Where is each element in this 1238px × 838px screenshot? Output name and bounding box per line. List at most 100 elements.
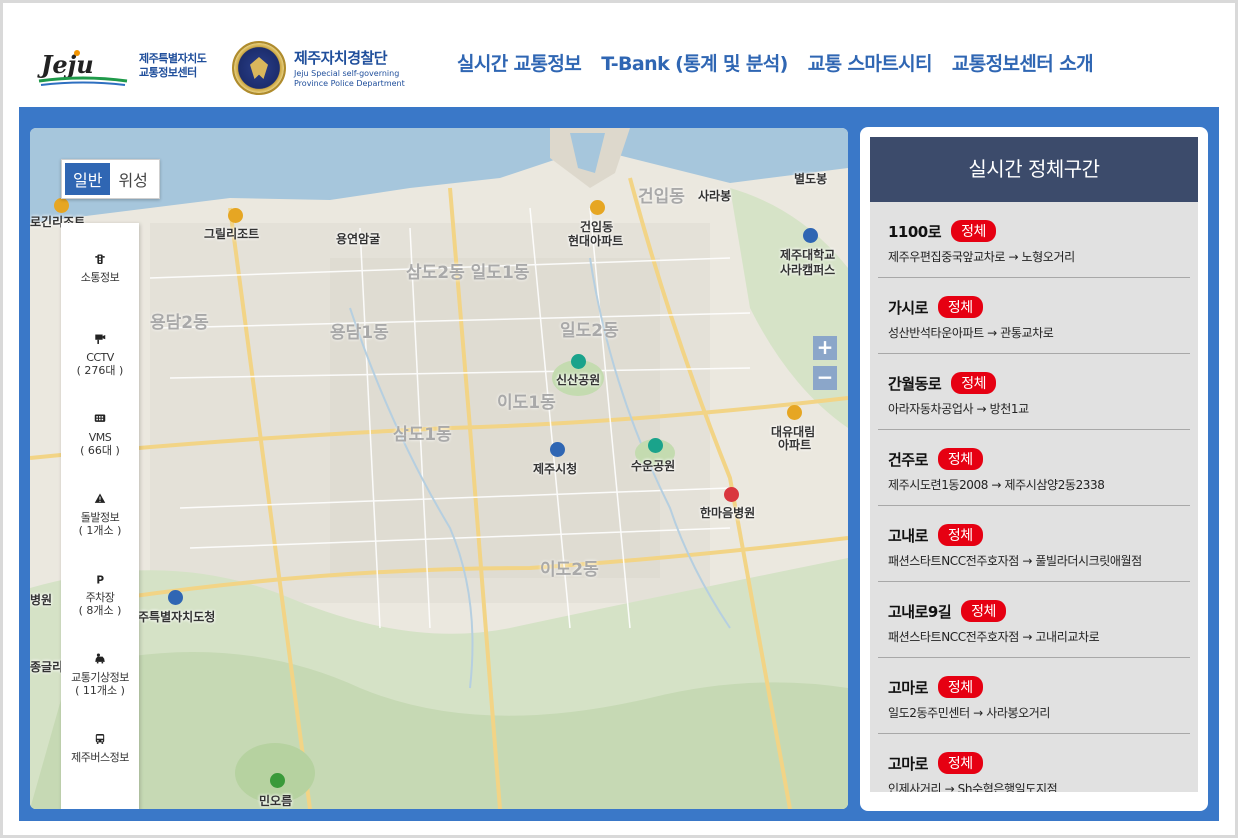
list-item[interactable]: 고내로9길 정체 패션스타트NCC전주호자점 → 고내리교차로 xyxy=(878,582,1190,658)
menu-label: 소통정보 xyxy=(80,271,120,284)
svg-text:Jeju: Jeju xyxy=(37,50,94,79)
route-text: 패션스타트NCC전주호자점 → 풀빌라더시크릿애월점 xyxy=(888,554,1142,568)
road-name: 고내로 정체 xyxy=(888,524,983,546)
list-item[interactable]: 고내로 정체 패션스타트NCC전주호자점 → 풀빌라더시크릿애월점 xyxy=(878,506,1190,582)
menu-label: 주차장 xyxy=(85,591,115,604)
nav-realtime-traffic[interactable]: 실시간 교통정보 xyxy=(457,49,582,76)
road-name: 건주로 정체 xyxy=(888,448,983,470)
page: Jeju 제주특별자치도 교통정보센터 제주자치경찰단 Jeju Special… xyxy=(3,3,1235,835)
route-text: 아라자동차공업사 → 방천1교 xyxy=(888,402,1029,416)
menu-vms[interactable]: VMS ( 66대 ) xyxy=(61,383,139,463)
map-label-geonip-apt2: 현대아파트 xyxy=(568,234,624,248)
menu-label: CCTV xyxy=(86,351,114,364)
map-label-ido1: 이도1동 xyxy=(497,393,556,413)
road-name: 1100로 정체 xyxy=(888,220,996,242)
weather-car-icon xyxy=(95,653,105,664)
menu-incident[interactable]: 돌발정보 ( 1개소 ) xyxy=(61,463,139,543)
layer-menu: 소통정보 CCTV ( 276대 ) VMS ( 66대 ) 돌발정보 ( 1개… xyxy=(61,223,139,809)
org-line1: 제주특별자치도 xyxy=(139,52,207,65)
traffic-light-icon xyxy=(95,254,105,264)
menu-parking[interactable]: P 주차장 ( 8개소 ) xyxy=(61,543,139,623)
menu-label: 제주버스정보 xyxy=(71,751,129,764)
status-badge: 정체 xyxy=(937,676,983,698)
map-label-sinsan-park: 신산공원 xyxy=(556,373,601,387)
org-name: 제주특별자치도 교통정보센터 xyxy=(139,52,207,80)
map-label-yongyeon: 용연암굴 xyxy=(336,232,381,246)
status-badge: 정체 xyxy=(937,524,983,546)
map-label-univ2: 사라캠퍼스 xyxy=(780,263,836,277)
zoom-in-button[interactable]: + xyxy=(813,336,837,360)
map-label-cityhall: 제주시청 xyxy=(533,462,578,476)
nav-tbank[interactable]: T-Bank (통계 및 분석) xyxy=(601,49,788,76)
menu-count: ( 11개소 ) xyxy=(75,684,125,697)
map-label-sarabong: 사라봉 xyxy=(698,189,732,203)
road-label: 1100로 xyxy=(888,223,942,241)
nav-about[interactable]: 교통정보센터 소개 xyxy=(952,49,1094,76)
nav-smartcity[interactable]: 교통 스마트시티 xyxy=(808,49,933,76)
road-label: 가시로 xyxy=(888,299,928,317)
map-label-byeoldobong: 별도봉 xyxy=(794,172,828,186)
traffic-map[interactable]: 로긴리조트 그릴리조트 용연암굴 건입동 사라봉 별도봉 건입동 현대아파트 제… xyxy=(30,128,848,809)
poi-cityhall-icon[interactable] xyxy=(550,442,565,457)
route-text: 성산반석타운아파트 → 관통교차로 xyxy=(888,326,1054,340)
list-item[interactable]: 1100로 정체 제주우편집중국앞교차로 → 노형오거리 xyxy=(878,202,1190,278)
status-badge: 정체 xyxy=(951,372,996,394)
menu-bus[interactable]: 제주버스정보 xyxy=(61,703,139,783)
police-en-line1: Jeju Special self-governing xyxy=(294,69,400,78)
jeju-logo[interactable]: Jeju xyxy=(37,45,129,89)
panel-title: 실시간 정체구간 xyxy=(870,137,1198,202)
list-item[interactable]: 고마로 정체 일도2동주민센터 → 사라봉오거리 xyxy=(878,658,1190,734)
road-name: 가시로 정체 xyxy=(888,296,983,318)
road-name: 간월동로 정체 xyxy=(888,372,996,394)
list-item[interactable]: 가시로 정체 성산반석타운아파트 → 관통교차로 xyxy=(878,278,1190,354)
cctv-icon xyxy=(89,783,111,809)
zoom-controls: + − xyxy=(813,336,837,396)
menu-cctv[interactable]: CCTV ( 276대 ) xyxy=(61,303,139,383)
congestion-panel: 실시간 정체구간 1100로 정체 제주우편집중국앞교차로 → 노형오거리 가시로… xyxy=(860,127,1208,811)
org-line2: 교통정보센터 xyxy=(139,66,197,79)
map-label-hospital-edge: 병원 xyxy=(30,593,53,607)
route-text: 제주우편집중국앞교차로 → 노형오거리 xyxy=(888,250,1075,264)
poi-government-icon[interactable] xyxy=(168,590,183,605)
poi-apartment-icon[interactable] xyxy=(787,405,802,420)
poi-hotel-icon[interactable] xyxy=(54,198,69,213)
menu-count: ( 66대 ) xyxy=(80,444,120,457)
map-type-general-button[interactable]: 일반 xyxy=(65,163,111,195)
poi-park-icon[interactable] xyxy=(571,354,586,369)
congestion-list[interactable]: 1100로 정체 제주우편집중국앞교차로 → 노형오거리 가시로 정체 성산반석타운… xyxy=(870,202,1198,792)
poi-park-icon[interactable] xyxy=(648,438,663,453)
status-badge: 정체 xyxy=(937,448,983,470)
bus-icon xyxy=(95,734,105,744)
list-item[interactable]: 간월동로 정체 아라자동차공업사 → 방천1교 xyxy=(878,354,1190,430)
road-name: 고마로 정체 xyxy=(888,752,983,774)
map-type-satellite-button[interactable]: 위성 xyxy=(110,163,155,195)
menu-label: 교통기상정보 xyxy=(71,671,129,684)
site-header: Jeju 제주특별자치도 교통정보센터 제주자치경찰단 Jeju Special… xyxy=(3,3,1235,107)
menu-traffic-flow[interactable]: 소통정보 xyxy=(61,223,139,303)
police-en-line2: Province Police Department xyxy=(294,79,405,88)
poi-school-icon[interactable] xyxy=(803,228,818,243)
menu-label: 돌발정보 xyxy=(80,511,120,524)
list-item[interactable]: 건주로 정체 제주시도련1동2008 → 제주시삼양2동2338 xyxy=(878,430,1190,506)
road-name: 고마로 정체 xyxy=(888,676,983,698)
menu-more[interactable] xyxy=(61,783,139,809)
road-label: 고내로9길 xyxy=(888,603,952,621)
road-label: 건주로 xyxy=(888,451,928,469)
map-label-gen-edge: 종글리 xyxy=(30,660,64,674)
poi-apartment-icon[interactable] xyxy=(590,200,605,215)
road-label: 고내로 xyxy=(888,527,928,545)
map-base-layer xyxy=(30,128,848,809)
zoom-out-button[interactable]: − xyxy=(813,366,837,390)
map-type-toggle: 일반 위성 xyxy=(61,159,160,199)
menu-weather[interactable]: 교통기상정보 ( 11개소 ) xyxy=(61,623,139,703)
poi-hotel-icon[interactable] xyxy=(228,208,243,223)
map-label-samdo1: 삼도1동 xyxy=(393,425,452,445)
status-badge: 정체 xyxy=(937,752,983,774)
warning-icon xyxy=(94,493,106,503)
road-label: 고마로 xyxy=(888,755,928,773)
list-item[interactable]: 고마로 정체 인제사거리 → Sh수협은행일도지점 xyxy=(878,734,1190,792)
poi-mountain-icon[interactable] xyxy=(270,773,285,788)
status-badge: 정체 xyxy=(961,600,1006,622)
police-seal-icon[interactable] xyxy=(232,41,286,95)
poi-hospital-icon[interactable] xyxy=(724,487,739,502)
